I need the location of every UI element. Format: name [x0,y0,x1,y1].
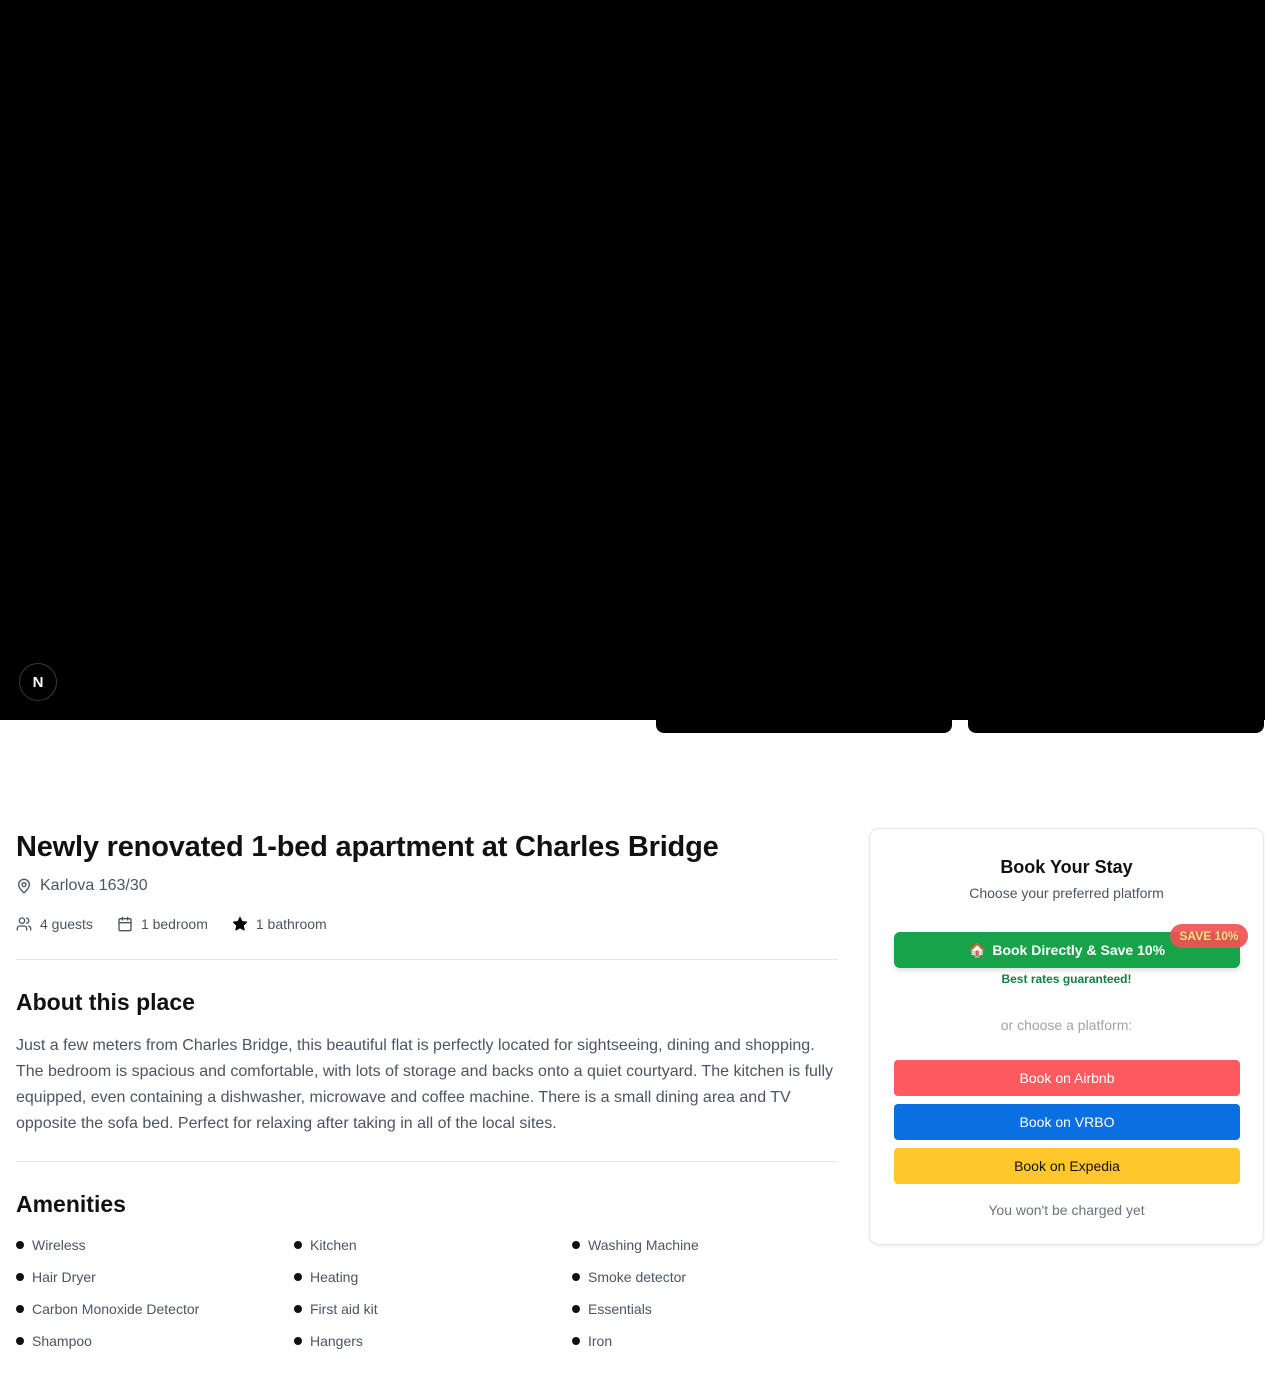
bullet-icon [16,1305,24,1313]
bullet-icon [16,1337,24,1345]
gallery-thumb-1[interactable] [656,124,952,422]
bedrooms-fact: 1 bedroom [117,916,208,932]
bullet-icon [572,1273,580,1281]
users-icon [16,916,32,932]
amenity-label: Heating [310,1269,359,1285]
amenity-item: First aid kit [294,1298,572,1320]
amenity-item: Hangers [294,1330,572,1352]
amenity-label: Wireless [32,1237,86,1253]
amenity-item: Hair Dryer [16,1266,294,1288]
amenity-label: Hangers [310,1333,363,1349]
bullet-icon [572,1337,580,1345]
booking-card: Book Your Stay Choose your preferred pla… [869,828,1264,1245]
amenity-item: Carbon Monoxide Detector [16,1298,294,1320]
amenity-label: Carbon Monoxide Detector [32,1301,200,1317]
amenity-label: First aid kit [310,1301,378,1317]
divider [16,1161,838,1162]
book-direct-label: Book Directly & Save 10% [992,942,1166,958]
amenity-item: Smoke detector [572,1266,838,1288]
book-expedia-button[interactable]: Book on Expedia [894,1148,1240,1184]
guests-text: 4 guests [40,916,93,932]
booking-title: Book Your Stay [1000,857,1133,877]
divider [16,959,838,960]
badge-letter: N [32,673,44,691]
map-pin-icon [16,878,32,894]
bathrooms-text: 1 bathroom [255,916,327,932]
listing-title: Newly renovated 1-bed apartment at Charl… [16,831,719,863]
book-airbnb-button[interactable]: Book on Airbnb [894,1060,1240,1096]
star-icon [232,916,248,932]
bullet-icon [294,1241,302,1249]
amenity-item: Kitchen [294,1234,572,1256]
amenity-item: Washing Machine [572,1234,838,1256]
amenity-label: Hair Dryer [32,1269,96,1285]
or-choose-text: or choose a platform: [1000,1017,1133,1033]
guests-fact: 4 guests [16,916,93,932]
bullet-icon [16,1241,24,1249]
bullet-icon [294,1337,302,1345]
about-text: Just a few meters from Charles Bridge, t… [16,1037,834,1132]
house-icon: 🏠 [968,941,987,958]
amenity-label: Washing Machine [588,1237,699,1253]
amenity-label: Shampoo [32,1333,92,1349]
listing-address: Karlova 163/30 [16,874,838,898]
gallery-thumb-3[interactable] [656,436,952,733]
bullet-icon [294,1305,302,1313]
save-badge: SAVE 10% [1170,924,1248,948]
amenity-item: Heating [294,1266,572,1288]
listing-details: Newly renovated 1-bed apartment at Charl… [16,826,838,1352]
bathrooms-fact: 1 bathroom [232,916,327,932]
amenities-list: Wireless Kitchen Washing Machine Hair Dr… [16,1234,838,1352]
amenities-heading: Amenities [16,1191,126,1217]
bullet-icon [572,1305,580,1313]
amenity-label: Essentials [588,1301,652,1317]
about-heading: About this place [16,989,195,1015]
amenity-item: Wireless [16,1234,294,1256]
amenity-item: Shampoo [16,1330,294,1352]
gallery-thumb-4[interactable] [968,436,1264,733]
amenity-item: Iron [572,1330,838,1352]
listing-facts: 4 guests 1 bedroom 1 bathroom [16,912,838,936]
amenity-label: Smoke detector [588,1269,687,1285]
bullet-icon [294,1273,302,1281]
nextjs-badge-button[interactable]: N [19,663,57,701]
amenity-label: Iron [588,1333,613,1349]
gallery-thumb-2[interactable] [968,124,1264,422]
not-charged-note: You won't be charged yet [988,1202,1145,1218]
calendar-icon [117,916,133,932]
bedrooms-text: 1 bedroom [140,916,208,932]
address-text: Karlova 163/30 [40,877,148,894]
best-rates-text: Best rates guaranteed! [1001,972,1132,986]
amenity-label: Kitchen [310,1237,357,1253]
amenity-item: Essentials [572,1298,838,1320]
booking-subtitle: Choose your preferred platform [969,885,1164,901]
bullet-icon [572,1241,580,1249]
book-vrbo-button[interactable]: Book on VRBO [894,1104,1240,1140]
bullet-icon [16,1273,24,1281]
